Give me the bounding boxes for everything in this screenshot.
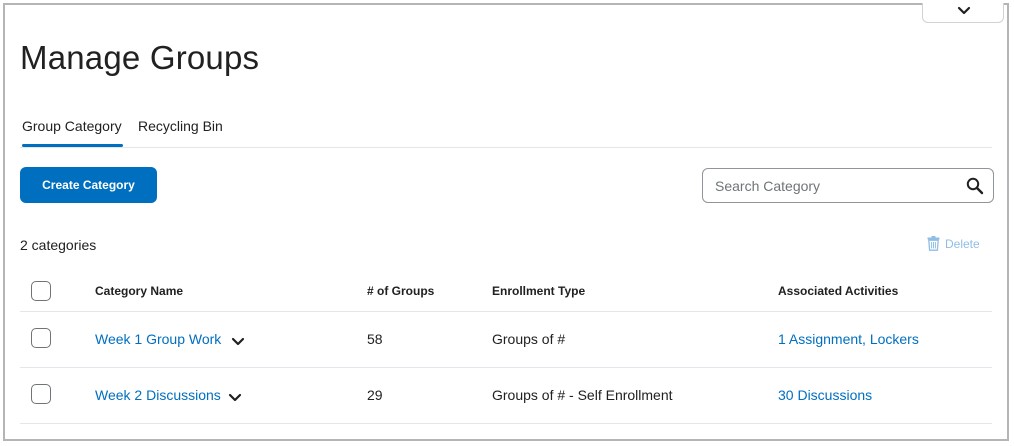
search-input[interactable]	[715, 169, 955, 202]
column-header-associated-activities[interactable]: Associated Activities	[778, 284, 898, 298]
associated-activities-link[interactable]: 1 Assignment, Lockers	[778, 331, 919, 347]
tab-recycling-bin[interactable]: Recycling Bin	[138, 118, 223, 134]
column-header-category-name[interactable]: Category Name	[95, 284, 183, 298]
row-actions-toggle[interactable]	[231, 334, 245, 352]
row-checkbox[interactable]	[31, 328, 51, 348]
page-frame: Manage Groups Group Category Recycling B…	[3, 3, 1009, 441]
tab-list: Group Category Recycling Bin	[20, 111, 992, 148]
enrollment-type: Groups of #	[492, 331, 566, 347]
select-all-checkbox[interactable]	[31, 281, 51, 301]
group-count: 29	[367, 387, 383, 403]
table-header-row: Category Name # of Groups Enrollment Typ…	[20, 271, 992, 312]
row-actions-toggle[interactable]	[228, 390, 242, 408]
top-dropdown-toggle[interactable]	[922, 3, 1004, 23]
column-header-enrollment-type[interactable]: Enrollment Type	[492, 284, 585, 298]
chevron-down-icon	[957, 6, 971, 15]
category-name-link[interactable]: Week 2 Discussions	[95, 387, 221, 403]
table-row: Week 2 Discussions 29 Groups of # - Self…	[20, 368, 992, 424]
category-name-link[interactable]: Week 1 Group Work	[95, 331, 221, 347]
row-checkbox[interactable]	[31, 384, 51, 404]
delete-label: Delete	[945, 237, 980, 251]
search-button[interactable]	[966, 177, 984, 200]
trash-icon	[927, 236, 940, 251]
table-row: Week 1 Group Work 58 Groups of # 1 Assig…	[20, 312, 992, 368]
category-count: 2 categories	[20, 237, 97, 253]
category-table: Category Name # of Groups Enrollment Typ…	[20, 271, 992, 424]
delete-button[interactable]: Delete	[927, 236, 980, 251]
search-icon	[966, 177, 984, 195]
tab-group-category[interactable]: Group Category	[22, 118, 123, 147]
create-category-button[interactable]: Create Category	[20, 167, 157, 203]
associated-activities-link[interactable]: 30 Discussions	[778, 387, 872, 403]
column-header-groups[interactable]: # of Groups	[367, 284, 434, 298]
page-title: Manage Groups	[20, 39, 260, 76]
enrollment-type: Groups of # - Self Enrollment	[492, 387, 673, 403]
chevron-down-icon	[231, 337, 245, 346]
search-box	[702, 168, 994, 203]
chevron-down-icon	[228, 393, 242, 402]
group-count: 58	[367, 331, 383, 347]
